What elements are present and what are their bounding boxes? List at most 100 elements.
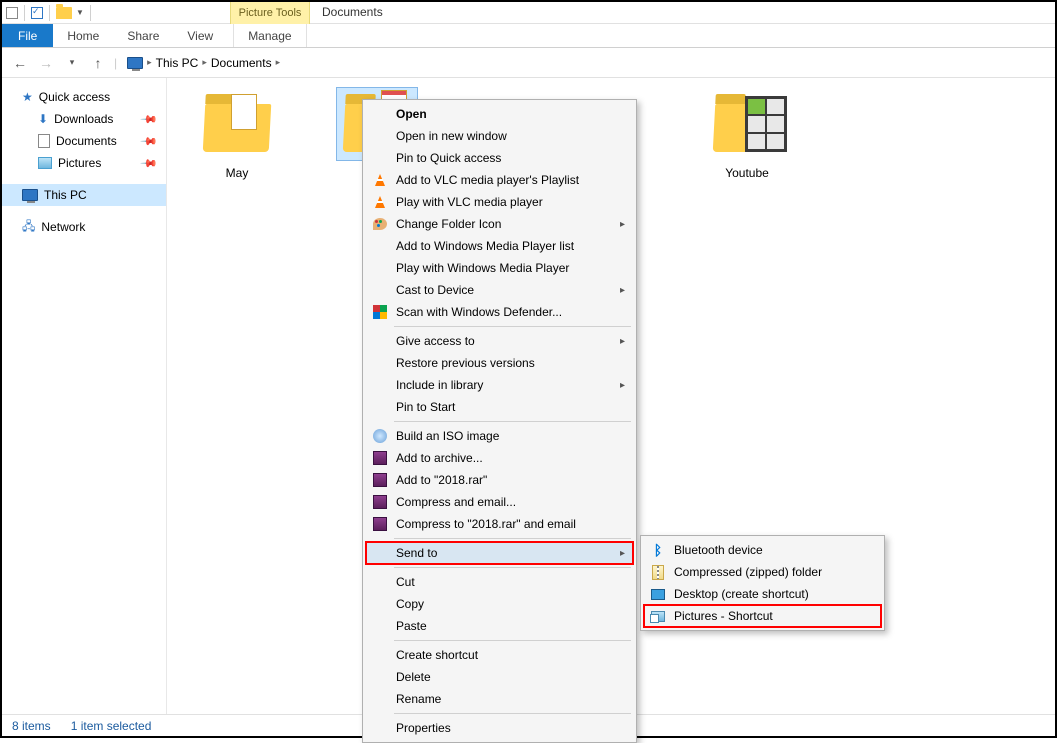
ctx-include-in-library[interactable]: Include in library▸ [366, 374, 633, 396]
ctx-delete[interactable]: Delete [366, 666, 633, 688]
ctx-cut[interactable]: Cut [366, 571, 633, 593]
desktop-icon [651, 589, 665, 600]
ctx-add-to-archive[interactable]: Add to archive... [366, 447, 633, 469]
ctx-compress-email[interactable]: Compress and email... [366, 491, 633, 513]
sidebar-item-label: Downloads [54, 112, 113, 126]
ctx-copy[interactable]: Copy [366, 593, 633, 615]
ribbon-tabs: File Home Share View Manage [2, 24, 1055, 48]
nav-back-icon[interactable]: ← [10, 53, 30, 73]
picture-tools-header: Picture Tools [230, 2, 310, 24]
menu-separator [394, 326, 631, 327]
sidebar-item-label: Documents [56, 134, 117, 148]
ctx-open[interactable]: Open [366, 103, 633, 125]
sidebar-item-label: This PC [44, 188, 87, 202]
chevron-right-icon: ▸ [620, 336, 625, 347]
chevron-right-icon[interactable]: ▸ [202, 57, 207, 68]
sidebar-item-documents[interactable]: Documents 📌 [2, 130, 166, 152]
qat-check-icon[interactable] [31, 7, 43, 19]
ctx-rename[interactable]: Rename [366, 688, 633, 710]
ctx-open-new-window[interactable]: Open in new window [366, 125, 633, 147]
palette-icon [373, 218, 387, 230]
ctx-add-to-rar[interactable]: Add to "2018.rar" [366, 469, 633, 491]
tab-share[interactable]: Share [113, 24, 173, 47]
network-icon: 🖧 [22, 217, 35, 238]
breadcrumb-root[interactable]: This PC [156, 56, 199, 70]
nav-recent-icon[interactable]: ▾ [62, 53, 82, 73]
chevron-right-icon: ▸ [620, 548, 625, 559]
pin-icon: 📌 [140, 154, 159, 173]
pc-icon [22, 189, 38, 201]
download-icon: ⬇ [38, 112, 48, 126]
ctx-build-iso[interactable]: Build an ISO image [366, 425, 633, 447]
ctx-play-vlc[interactable]: Play with VLC media player [366, 191, 633, 213]
menu-separator [394, 713, 631, 714]
winrar-icon [373, 451, 387, 465]
sendto-pictures-shortcut[interactable]: Pictures - Shortcut [644, 605, 881, 627]
pc-icon [127, 57, 143, 69]
zip-icon [652, 565, 664, 580]
ctx-cast-to-device[interactable]: Cast to Device▸ [366, 279, 633, 301]
document-icon [38, 134, 50, 148]
winrar-icon [373, 517, 387, 531]
qat-dropdown-icon[interactable]: ▼ [76, 8, 84, 17]
ctx-create-shortcut[interactable]: Create shortcut [366, 644, 633, 666]
tab-view[interactable]: View [173, 24, 227, 47]
ctx-add-vlc-playlist[interactable]: Add to VLC media player's Playlist [366, 169, 633, 191]
sendto-desktop-shortcut[interactable]: Desktop (create shortcut) [644, 583, 881, 605]
picture-icon [38, 157, 52, 169]
sidebar-item-pictures[interactable]: Pictures 📌 [2, 152, 166, 174]
sendto-compressed-folder[interactable]: Compressed (zipped) folder [644, 561, 881, 583]
vlc-icon [375, 196, 385, 208]
menu-separator [394, 421, 631, 422]
pin-icon: 📌 [140, 110, 159, 129]
ctx-compress-rar-email[interactable]: Compress to "2018.rar" and email [366, 513, 633, 535]
bluetooth-icon: ᛒ [650, 542, 666, 558]
title-bar: ▼ Picture Tools Documents [2, 2, 1055, 24]
nav-up-icon[interactable]: ↑ [88, 53, 108, 73]
sendto-bluetooth[interactable]: ᛒBluetooth device [644, 539, 881, 561]
breadcrumb[interactable]: ▸ This PC ▸ Documents ▸ [127, 56, 280, 70]
ctx-restore-previous[interactable]: Restore previous versions [366, 352, 633, 374]
ctx-play-wmp[interactable]: Play with Windows Media Player [366, 257, 633, 279]
ctx-properties[interactable]: Properties [366, 717, 633, 739]
chevron-right-icon: ▸ [620, 219, 625, 230]
ctx-pin-to-start[interactable]: Pin to Start [366, 396, 633, 418]
nav-forward-icon: → [36, 53, 56, 73]
folder-item-may[interactable]: May [187, 88, 287, 180]
tab-file[interactable]: File [2, 24, 53, 47]
ctx-give-access-to[interactable]: Give access to▸ [366, 330, 633, 352]
iso-icon [373, 429, 387, 443]
breadcrumb-current[interactable]: Documents [211, 56, 272, 70]
sidebar-item-network[interactable]: 🖧 Network [2, 216, 166, 238]
send-to-submenu: ᛒBluetooth device Compressed (zipped) fo… [640, 535, 885, 631]
chevron-right-icon: ▸ [620, 380, 625, 391]
star-icon: ★ [22, 90, 33, 104]
qat-folder-icon[interactable] [56, 7, 72, 19]
qat-properties-icon[interactable] [6, 7, 18, 19]
ctx-scan-defender[interactable]: Scan with Windows Defender... [366, 301, 633, 323]
status-item-count: 8 items [12, 719, 51, 733]
ctx-paste[interactable]: Paste [366, 615, 633, 637]
sidebar-item-downloads[interactable]: ⬇ Downloads 📌 [2, 108, 166, 130]
ctx-change-folder-icon[interactable]: Change Folder Icon▸ [366, 213, 633, 235]
chevron-right-icon[interactable]: ▸ [147, 57, 152, 68]
folder-item-youtube[interactable]: Youtube [697, 88, 797, 180]
item-label: May [187, 166, 287, 180]
item-label: Youtube [697, 166, 797, 180]
menu-separator [394, 567, 631, 568]
status-selected-count: 1 item selected [71, 719, 152, 733]
menu-separator [394, 640, 631, 641]
chevron-right-icon[interactable]: ▸ [276, 57, 281, 68]
sidebar-item-label: Network [41, 220, 85, 234]
ctx-pin-quick-access[interactable]: Pin to Quick access [366, 147, 633, 169]
sidebar-item-quick-access[interactable]: ★ Quick access [2, 86, 166, 108]
ctx-add-wmp-list[interactable]: Add to Windows Media Player list [366, 235, 633, 257]
tab-manage[interactable]: Manage [233, 24, 306, 47]
ctx-send-to[interactable]: Send to▸ [366, 542, 633, 564]
tab-home[interactable]: Home [53, 24, 113, 47]
nav-bar: ← → ▾ ↑ | ▸ This PC ▸ Documents ▸ [2, 48, 1055, 78]
winrar-icon [373, 473, 387, 487]
chevron-right-icon: ▸ [620, 285, 625, 296]
sidebar-item-this-pc[interactable]: This PC [2, 184, 166, 206]
defender-icon [373, 305, 387, 319]
